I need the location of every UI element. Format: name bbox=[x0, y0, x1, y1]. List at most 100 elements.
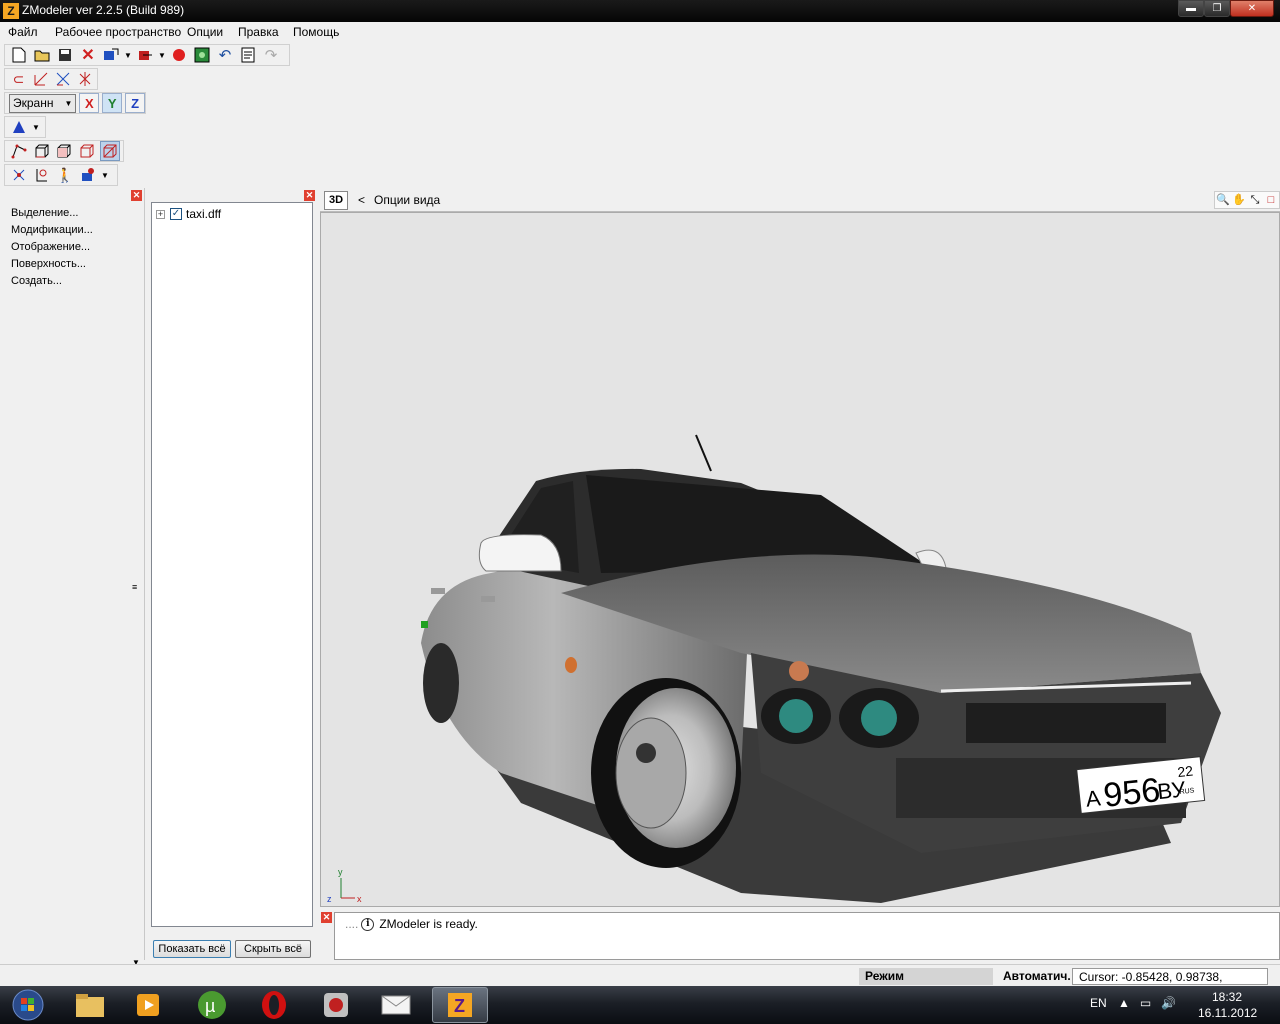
left-panel-close-icon[interactable]: ✕ bbox=[131, 190, 142, 201]
create-menu-item[interactable]: Создать... bbox=[11, 275, 62, 287]
zoom-extents-icon[interactable]: ⤡ bbox=[1247, 192, 1263, 208]
axis-y-button[interactable]: Y bbox=[102, 93, 123, 113]
redo-icon[interactable]: ↷ bbox=[261, 45, 281, 65]
texture-icon[interactable] bbox=[192, 45, 212, 65]
visibility-checkbox[interactable]: ✓ bbox=[170, 208, 182, 220]
open-folder-icon[interactable] bbox=[32, 45, 52, 65]
hide-all-button[interactable]: Скрыть всё bbox=[235, 940, 311, 958]
figure-icon[interactable]: 🚶 bbox=[55, 165, 75, 185]
undo-icon[interactable]: ↶ bbox=[215, 45, 235, 65]
axis-x-button[interactable]: X bbox=[79, 93, 100, 113]
left-command-panel: ✕ Выделение... Модификации... Отображени… bbox=[0, 188, 145, 967]
clock-date: 16.11.2012 bbox=[1198, 1006, 1258, 1020]
display-menu-item[interactable]: Отображение... bbox=[11, 241, 90, 253]
surface-menu-item[interactable]: Поверхность... bbox=[11, 258, 86, 270]
measure-icon[interactable] bbox=[32, 165, 52, 185]
menu-bar: Файл Рабочее пространство Опции Правка П… bbox=[0, 22, 1280, 42]
maximize-button[interactable]: ❐ bbox=[1204, 0, 1230, 17]
vertex-tool-icon[interactable] bbox=[9, 165, 29, 185]
color-dropdown-icon[interactable]: ▼ bbox=[32, 117, 40, 137]
delete-icon[interactable]: ✕ bbox=[78, 45, 98, 65]
axis-gizmo: y x z bbox=[327, 867, 362, 904]
color-cone-icon[interactable] bbox=[9, 117, 29, 137]
menu-options[interactable]: Опции bbox=[187, 25, 223, 39]
view-options-arrow[interactable]: < bbox=[358, 193, 365, 207]
scene-dropdown-icon[interactable]: ▼ bbox=[101, 165, 109, 185]
record-icon[interactable] bbox=[169, 45, 189, 65]
plate-region: 22 bbox=[1177, 762, 1194, 780]
import-dropdown-icon[interactable]: ▼ bbox=[124, 45, 132, 65]
network-icon[interactable]: ▭ bbox=[1140, 996, 1151, 1010]
edge-mode-icon[interactable] bbox=[32, 141, 52, 161]
gizmo-x-label: x bbox=[357, 894, 362, 904]
menu-edit[interactable]: Правка bbox=[238, 25, 279, 39]
magnet-icon[interactable]: ⊂ bbox=[9, 69, 28, 89]
expand-icon[interactable]: + bbox=[156, 209, 165, 219]
scene-icon[interactable] bbox=[78, 165, 98, 185]
tree-panel-close-icon[interactable]: ✕ bbox=[304, 190, 315, 201]
axis-move-icon[interactable] bbox=[31, 69, 50, 89]
import-icon[interactable] bbox=[101, 45, 121, 65]
vertex-mode-icon[interactable] bbox=[9, 141, 29, 161]
svg-text:µ: µ bbox=[205, 996, 215, 1016]
zoom-icon[interactable]: 🔍 bbox=[1215, 192, 1231, 208]
view-options-label[interactable]: Опции вида bbox=[374, 193, 440, 207]
coordinate-system-select[interactable]: Экранн bbox=[9, 93, 77, 113]
mail-icon[interactable] bbox=[368, 987, 424, 1023]
main-toolbar: ✕ ▼ ▼ ↶ ↷ bbox=[4, 44, 290, 66]
view-mode-button[interactable]: 3D bbox=[324, 191, 348, 210]
close-button[interactable]: ✕ bbox=[1230, 0, 1274, 17]
3d-viewport[interactable]: A 956 ВУ 22 RUS y x z bbox=[320, 212, 1280, 907]
language-indicator[interactable]: EN bbox=[1090, 996, 1107, 1010]
group-mode-icon[interactable] bbox=[100, 141, 120, 161]
menu-help[interactable]: Помощь bbox=[293, 25, 339, 39]
menu-file[interactable]: Файл bbox=[8, 25, 38, 39]
object-tree-panel: ✕ + ✓ taxi.dff Показать всё Скрыть всё bbox=[148, 188, 318, 960]
pan-hand-icon[interactable]: ✋ bbox=[1231, 192, 1247, 208]
new-file-icon[interactable] bbox=[9, 45, 29, 65]
log-output: .... i ZModeler is ready. bbox=[334, 912, 1280, 960]
properties-icon[interactable] bbox=[238, 45, 258, 65]
log-message: ZModeler is ready. bbox=[379, 917, 478, 931]
media-player-icon[interactable] bbox=[120, 987, 176, 1023]
object-tree: + ✓ taxi.dff bbox=[151, 202, 313, 927]
start-button[interactable] bbox=[6, 986, 46, 1024]
selection-mode-status[interactable]: Режим Выделенного bbox=[859, 968, 993, 1000]
show-hidden-icons-icon[interactable]: ▲ bbox=[1118, 996, 1130, 1010]
helpers-toolbar: 🚶 ▼ bbox=[4, 164, 118, 186]
opera-icon[interactable] bbox=[246, 987, 302, 1023]
selection-menu-item[interactable]: Выделение... bbox=[11, 207, 78, 219]
export-icon[interactable] bbox=[135, 45, 155, 65]
minimize-button[interactable]: ▬ bbox=[1178, 0, 1204, 17]
zmodeler-app-icon[interactable]: Z bbox=[3, 3, 19, 19]
tools-toolbar: ⊂ bbox=[4, 68, 98, 90]
volume-icon[interactable]: 🔊 bbox=[1161, 996, 1176, 1010]
explorer-icon[interactable] bbox=[62, 987, 118, 1023]
tree-item-taxi[interactable]: + ✓ taxi.dff bbox=[156, 207, 221, 221]
tree-item-label: taxi.dff bbox=[186, 207, 222, 221]
object-mode-icon[interactable] bbox=[77, 141, 97, 161]
export-dropdown-icon[interactable]: ▼ bbox=[158, 45, 166, 65]
maximize-viewport-icon[interactable]: □ bbox=[1263, 192, 1279, 208]
modifications-menu-item[interactable]: Модификации... bbox=[11, 224, 93, 236]
face-mode-icon[interactable] bbox=[55, 141, 75, 161]
auto-mode-status[interactable]: Автоматич. bbox=[997, 968, 1071, 985]
log-close-icon[interactable]: ✕ bbox=[321, 912, 332, 923]
system-tray: ▲ ▭ 🔊 bbox=[1118, 996, 1186, 1010]
gizmo-y-label: y bbox=[338, 867, 343, 877]
save-icon[interactable] bbox=[55, 45, 75, 65]
windows-taskbar: µ Z EN ▲ ▭ 🔊 18:32 16.11.2012 bbox=[0, 986, 1280, 1024]
axis-scale-icon[interactable] bbox=[75, 69, 94, 89]
utorrent-icon[interactable]: µ bbox=[184, 987, 240, 1023]
menu-workspace[interactable]: Рабочее пространство bbox=[55, 25, 181, 39]
axis-toolbar: Экранн X Y Z bbox=[4, 92, 146, 114]
scroll-grip-icon[interactable]: ≡ bbox=[132, 582, 137, 592]
axis-z-button[interactable]: Z bbox=[125, 93, 145, 113]
zmodeler-icon[interactable]: Z bbox=[432, 987, 488, 1023]
axis-rotate-icon[interactable] bbox=[53, 69, 72, 89]
left-panel-scrollbar[interactable]: ≡ ▼ bbox=[131, 202, 143, 967]
game-icon[interactable] bbox=[308, 987, 364, 1023]
show-all-button[interactable]: Показать всё bbox=[153, 940, 231, 958]
taskbar-clock[interactable]: 18:32 16.11.2012 bbox=[1198, 989, 1258, 1021]
cursor-coordinates: Cursor: -0.85428, 0.98738, -0.12362 bbox=[1072, 968, 1268, 1001]
